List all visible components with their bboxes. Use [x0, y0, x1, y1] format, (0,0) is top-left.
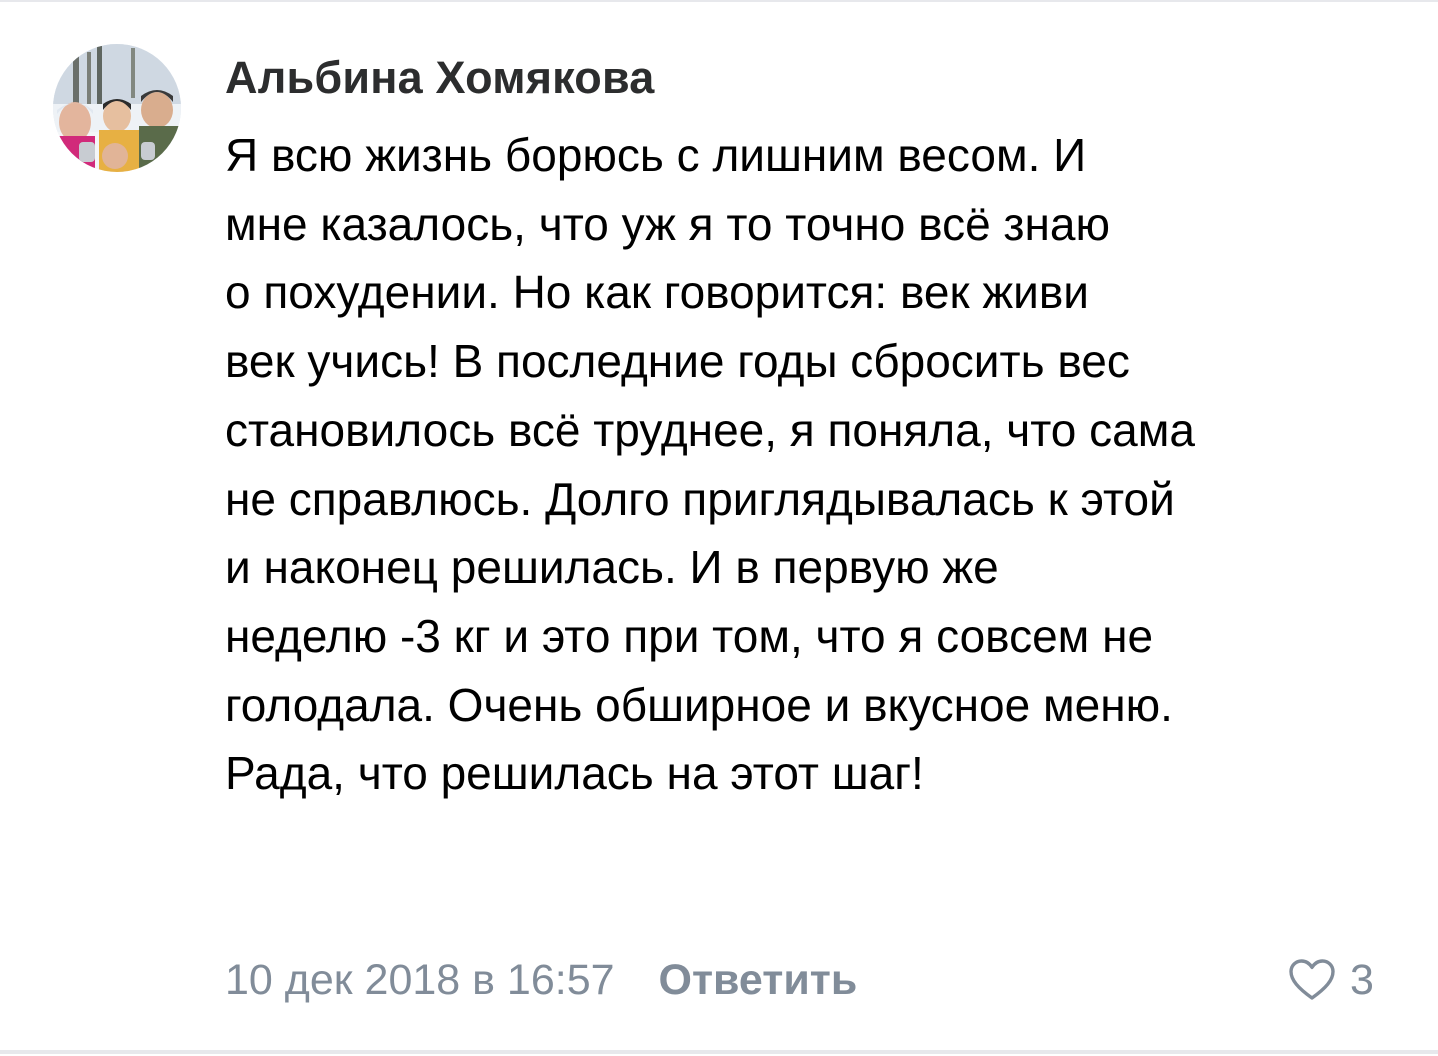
comment-text-line: голодала. Очень обширное и вкусное меню. — [225, 678, 1173, 731]
comment: Альбина Хомякова Я всю жизнь борюсь с ли… — [0, 0, 1438, 1050]
comment-text-line: о похудении. Но как говорится: век живи — [225, 266, 1089, 319]
comment-text-line: мне казалось, что уж я то точно всё знаю — [225, 197, 1111, 250]
comment-text-line: век учись! В последние годы сбросить вес — [225, 335, 1130, 388]
heart-outline-icon — [1289, 959, 1335, 1000]
comment-text-line: и наконец решилась. И в первую же — [225, 541, 999, 594]
like-count: 3 — [1350, 955, 1374, 1004]
author-name[interactable]: Альбина Хомякова — [225, 52, 655, 104]
comment-text-line: неделю -3 кг и это при том, что я совсем… — [225, 609, 1154, 662]
comment-text-line: Рада, что решилась на этот шаг! — [225, 747, 924, 800]
comment-footer: 10 дек 2018 в 16:57 Ответить — [225, 950, 857, 1010]
like-button[interactable]: 3 — [1288, 950, 1374, 1010]
reply-button[interactable]: Ответить — [659, 956, 858, 1005]
avatar[interactable] — [53, 44, 181, 172]
comment-date[interactable]: 10 дек 2018 в 16:57 — [225, 956, 615, 1005]
comment-text: Я всю жизнь борюсь с лишним весом. И мне… — [225, 121, 1375, 808]
bottom-divider — [0, 1050, 1438, 1054]
avatar-photo — [53, 44, 181, 172]
comment-text-line: Я всю жизнь борюсь с лишним весом. И — [225, 129, 1087, 181]
comment-text-line: становилось всё труднее, я поняла, что с… — [225, 403, 1195, 456]
comment-text-line: не справлюсь. Долго приглядывалась к это… — [225, 472, 1175, 525]
